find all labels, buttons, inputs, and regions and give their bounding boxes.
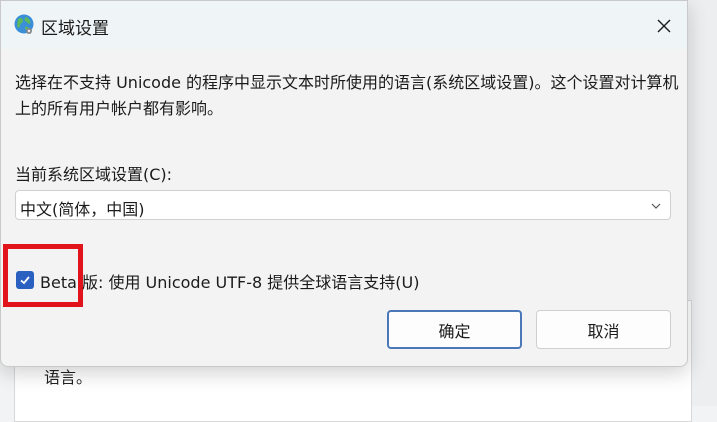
- system-locale-dropdown[interactable]: 中文(简体，中国): [15, 190, 671, 220]
- background-window-edge: [688, 0, 717, 406]
- background-partial-text: 语言。: [44, 368, 93, 387]
- close-icon: [657, 19, 671, 33]
- dialog-title: 区域设置: [41, 19, 109, 39]
- close-button[interactable]: [649, 11, 679, 41]
- checkmark-icon: [20, 276, 30, 285]
- region-settings-dialog: 区域设置 选择在不支持 Unicode 的程序中显示文本时所使用的语言(系统区域…: [0, 0, 688, 367]
- beta-utf8-label[interactable]: Beta 版: 使用 Unicode UTF-8 提供全球语言支持(U): [40, 269, 419, 293]
- beta-utf8-checkbox[interactable]: [16, 271, 34, 289]
- locale-label: 当前系统区域设置(C):: [15, 165, 173, 184]
- globe-icon: [13, 13, 35, 35]
- dialog-description: 选择在不支持 Unicode 的程序中显示文本时所使用的语言(系统区域设置)。这…: [15, 73, 679, 118]
- ok-button[interactable]: 确定: [387, 310, 522, 349]
- system-locale-value: 中文(简体，中国): [20, 200, 145, 219]
- chevron-down-icon: [651, 203, 661, 209]
- cancel-button[interactable]: 取消: [536, 310, 671, 349]
- title-bar: 区域设置: [1, 1, 687, 49]
